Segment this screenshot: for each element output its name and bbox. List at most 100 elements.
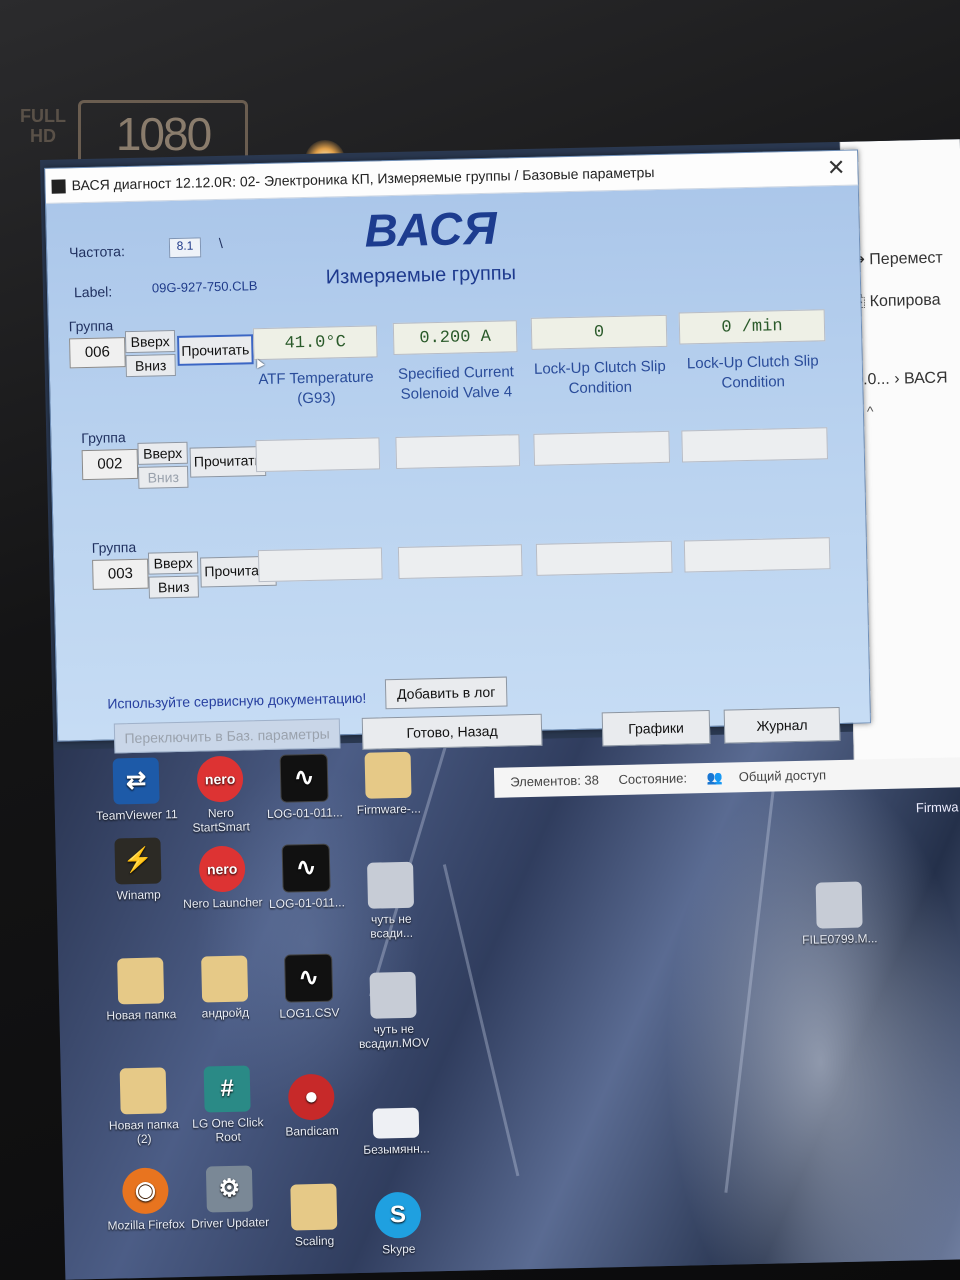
group-down-button[interactable]: Вниз xyxy=(125,353,176,378)
measurement-value-field xyxy=(397,544,523,579)
desktop-icon-label: Nero StartSmart xyxy=(192,805,251,835)
desktop-icon-label: FILE0799.M... xyxy=(802,931,878,947)
group-up-button[interactable]: Вверх xyxy=(137,441,188,465)
desktop-icon[interactable]: nero Nero Launcher xyxy=(180,845,265,911)
status-share-label: Общий доступ xyxy=(738,767,827,785)
done-back-button[interactable]: Готово, Назад xyxy=(361,713,543,750)
desktop-icon-label: LOG1.CSV xyxy=(279,1005,340,1021)
desktop-icon[interactable]: чуть не всади... xyxy=(348,861,434,941)
desktop-icon[interactable]: чуть не всадил.MOV xyxy=(351,971,437,1051)
group-number-field[interactable]: 003 xyxy=(92,558,149,590)
group-down-button[interactable]: Вниз xyxy=(137,465,189,489)
measurement-value-field: 0 /min xyxy=(678,309,826,345)
group-read-button[interactable]: Прочитать xyxy=(177,334,254,366)
video-icon xyxy=(369,971,417,1019)
desktop-icon-label: Skype xyxy=(381,1241,416,1257)
folder-icon xyxy=(364,751,412,799)
desktop-icon-label: андройд xyxy=(201,1005,250,1021)
chevron-up-icon[interactable]: ^ xyxy=(867,403,874,419)
desktop-icon-label: Nero Launcher xyxy=(183,895,263,911)
desktop-icon[interactable]: ⚙ Driver Updater xyxy=(187,1165,272,1231)
winamp-icon: ⚡ xyxy=(114,837,162,885)
desktop-icon[interactable]: ⇄ TeamViewer 11 xyxy=(94,757,179,823)
share-icon: 👥 xyxy=(706,769,723,786)
page-subtitle: Измеряемые группы xyxy=(325,262,517,289)
measurement-label: Lock-Up Clutch Slip Condition xyxy=(533,357,666,398)
window-titlebar[interactable]: ВАСЯ диагност 12.12.0R: 02- Электроника … xyxy=(45,150,858,204)
full-hd-text: FULL HD xyxy=(20,106,66,146)
measurement-value-field: 0.200 A xyxy=(392,320,518,356)
desktop-icon-label: Bandicam xyxy=(285,1123,339,1139)
desktop-icon-label: TeamViewer 11 xyxy=(95,807,178,823)
desktop-icon[interactable]: Новая папка xyxy=(98,957,183,1023)
desktop-icon[interactable]: ⚡ Winamp xyxy=(95,837,180,903)
vasya-diagnostic-window[interactable]: ВАСЯ диагност 12.12.0R: 02- Электроника … xyxy=(44,149,871,754)
group-up-button[interactable]: Вверх xyxy=(124,329,176,354)
measurement-value-field xyxy=(257,547,383,583)
desktop-icon-label: чуть не всадил.MOV xyxy=(358,1021,430,1051)
measurement-value-field xyxy=(255,437,381,473)
close-icon[interactable]: ✕ xyxy=(827,155,846,181)
window-title: ВАСЯ диагност 12.12.0R: 02- Электроника … xyxy=(71,164,655,194)
video-icon xyxy=(367,861,415,909)
blank-file-icon xyxy=(372,1107,420,1139)
desktop-icon-label: Firmware-... xyxy=(356,801,421,817)
measurement-value-field xyxy=(533,430,671,466)
group-number-field[interactable]: 006 xyxy=(69,337,126,369)
address-path[interactable]: 0.0... › ВАСЯ xyxy=(854,369,948,389)
driver-updater-icon: ⚙ xyxy=(205,1165,253,1213)
status-items-count: Элементов: 38 xyxy=(510,772,600,790)
desktop-icon[interactable]: андройд xyxy=(182,955,267,1021)
desktop-screen: ⇢ Перемест ⎘ Копирова 0.0... › ВАСЯ ^ Fi… xyxy=(40,139,960,1280)
desktop-icon-label: Mozilla Firefox xyxy=(107,1216,186,1233)
graphs-button[interactable]: Графики xyxy=(601,709,711,747)
measurement-label: Specified Current Solenoid Valve 4 xyxy=(397,363,515,403)
copy-action[interactable]: ⎘ Копирова xyxy=(852,292,940,312)
switch-basic-params-button[interactable]: Переключить в Баз. параметры xyxy=(113,718,341,754)
desktop-icon[interactable]: Безымянн... xyxy=(353,1091,438,1157)
desktop-icon-label: Новая папка xyxy=(106,1007,177,1023)
journal-button[interactable]: Журнал xyxy=(723,706,841,744)
desktop-icon-label: LG One Click Root xyxy=(192,1115,264,1145)
measurement-label: ATF Temperature (G93) xyxy=(258,368,374,408)
desktop-icon[interactable]: FILE0799.M... xyxy=(797,881,882,947)
desktop-icon[interactable]: Scaling xyxy=(271,1183,356,1249)
desktop-icon[interactable]: ● Bandicam xyxy=(269,1073,354,1139)
frequency-value: 8.1 xyxy=(168,237,202,259)
desktop-icon[interactable]: ∿ LOG1.CSV xyxy=(266,953,351,1021)
nero-icon: nero xyxy=(196,755,244,803)
desktop-icon[interactable]: # LG One Click Root xyxy=(185,1065,271,1145)
desktop-icon[interactable]: ∿ LOG-01-011... xyxy=(264,843,349,911)
desktop-icon[interactable]: Новая папка (2) xyxy=(101,1067,187,1147)
log-icon: ∿ xyxy=(284,953,334,1003)
frequency-indicator: \ xyxy=(218,234,223,251)
desktop-icon[interactable]: S Skype xyxy=(356,1191,441,1257)
app-icon xyxy=(51,179,66,194)
desktop-icon[interactable]: Firmware-... xyxy=(346,751,431,817)
group-title: Группа xyxy=(81,429,126,447)
desktop-icon[interactable]: ∿ LOG-01-011... xyxy=(262,753,347,821)
measurement-value-field xyxy=(681,427,828,463)
group-number-field[interactable]: 002 xyxy=(81,448,139,481)
teamviewer-icon: ⇄ xyxy=(112,757,160,805)
group-up-button[interactable]: Вверх xyxy=(147,551,199,575)
measurement-value-field: 41.0°C xyxy=(252,325,378,361)
desktop-icon[interactable]: ◉ Mozilla Firefox xyxy=(103,1167,188,1233)
firefox-icon: ◉ xyxy=(121,1167,169,1215)
measurement-label: Lock-Up Clutch Slip Condition xyxy=(686,352,819,392)
group-title: Группа xyxy=(91,538,137,556)
group-down-button[interactable]: Вниз xyxy=(148,575,199,599)
frequency-label: Частота: xyxy=(68,243,126,261)
nero-icon: nero xyxy=(198,845,246,893)
desktop-icon[interactable]: nero Nero StartSmart xyxy=(178,755,264,835)
measurement-value-field: 0 xyxy=(530,314,668,350)
desktop-icon-label: Scaling xyxy=(294,1233,335,1249)
status-state-label: Состояние: xyxy=(618,770,688,788)
move-action[interactable]: ⇢ Перемест xyxy=(851,248,943,270)
bandicam-icon: ● xyxy=(287,1073,335,1121)
folder-icon xyxy=(201,955,249,1003)
brand-logo: ВАСЯ xyxy=(364,201,499,257)
measurement-value-field xyxy=(535,540,673,576)
add-to-log-button[interactable]: Добавить в лог xyxy=(384,676,508,710)
desktop-icon-label: Новая папка (2) xyxy=(108,1117,180,1147)
